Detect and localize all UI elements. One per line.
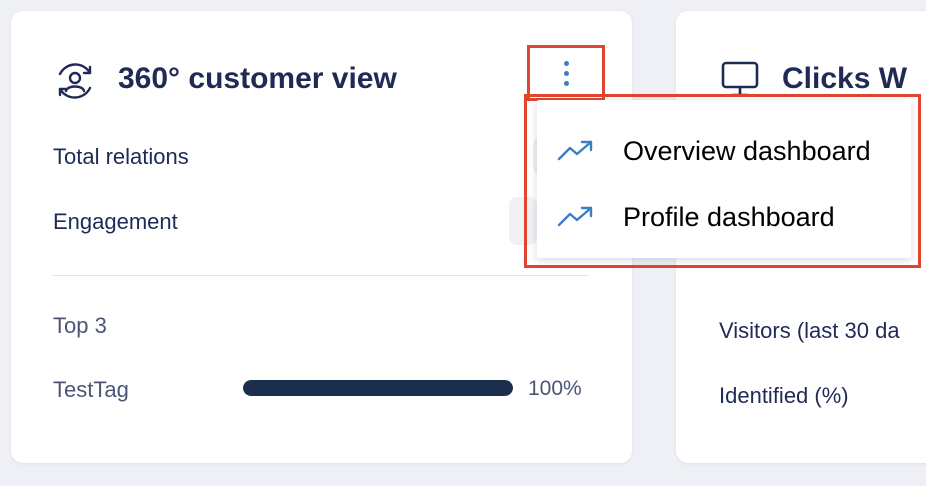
tag-label: TestTag [53,377,129,402]
visitors-label: Visitors (last 30 da [719,318,900,343]
identified-label: Identified (%) [719,383,849,408]
tag-progress-fill [243,380,513,396]
menu-item-label: Profile dashboard [623,202,835,232]
menu-item-profile-dashboard[interactable]: Profile dashboard [537,188,911,248]
user-refresh-icon [53,59,97,103]
top-section-heading: Top 3 [53,313,107,338]
menu-item-label: Overview dashboard [623,136,871,166]
card-title: 360° customer view [118,62,397,95]
monitor-icon [720,59,760,99]
dashboard-dropdown-menu: Overview dashboard Profile dashboard [524,94,921,268]
more-options-button[interactable] [527,45,605,101]
divider [53,275,589,276]
tag-progress-bar [243,380,513,396]
total-relations-label: Total relations [53,144,189,169]
dropdown-panel: Overview dashboard Profile dashboard [537,100,911,258]
menu-item-overview-dashboard[interactable]: Overview dashboard [537,122,911,182]
engagement-label: Engagement [53,209,178,234]
tag-percent: 100% [528,377,582,400]
trending-up-icon [557,139,595,163]
trending-up-icon [557,205,595,229]
